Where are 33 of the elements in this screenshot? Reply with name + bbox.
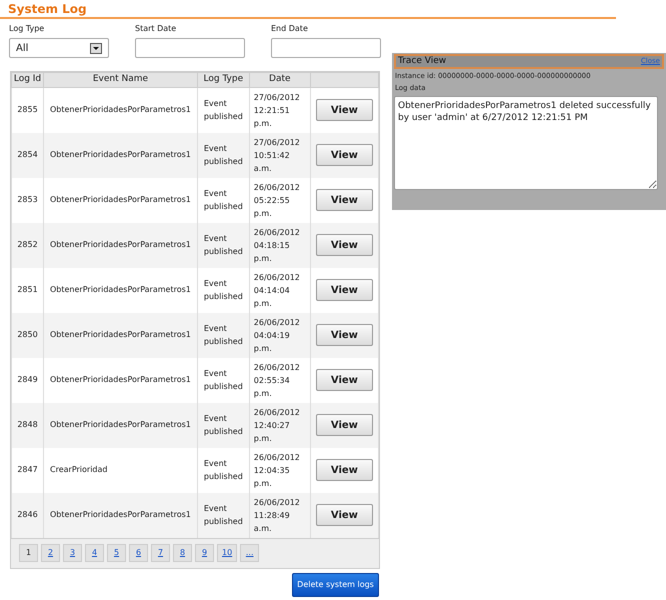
view-button[interactable]: View (316, 279, 373, 301)
page-link[interactable]: 4 (85, 544, 104, 562)
panel-title: Trace View (398, 54, 446, 68)
column-header: Event Name (44, 72, 198, 88)
page-link[interactable]: ... (240, 544, 260, 562)
page-link[interactable]: 8 (173, 544, 192, 562)
page-link[interactable]: 6 (129, 544, 148, 562)
view-button[interactable]: View (316, 369, 373, 391)
delete-system-logs-button[interactable]: Delete system logs (292, 573, 379, 597)
view-button[interactable]: View (316, 504, 373, 526)
page-title: System Log (8, 1, 88, 17)
view-button[interactable]: View (316, 99, 373, 122)
field-label: Log Type (9, 23, 46, 35)
field-label: End Date (271, 23, 309, 35)
page-link[interactable]: 1 (19, 544, 38, 562)
end-date-field[interactable] (271, 38, 381, 58)
page-link[interactable]: 9 (195, 544, 214, 562)
view-button[interactable]: View (316, 144, 373, 166)
page-link[interactable]: 2 (41, 544, 60, 562)
view-button[interactable]: View (316, 414, 373, 436)
field-label: Start Date (135, 23, 178, 35)
page-link[interactable]: 5 (107, 544, 126, 562)
view-button[interactable]: View (316, 189, 373, 211)
page-link[interactable]: 3 (63, 544, 82, 562)
view-button[interactable]: View (316, 324, 373, 346)
log-type-dropdown[interactable]: All (9, 38, 109, 58)
log-data-field[interactable]: ObtenerPrioridadesPorParametros1 deleted successfully by user 'admin' at 6/27/2012 12:21:51 PM (394, 96, 658, 190)
page-link[interactable]: 10 (217, 544, 238, 562)
page-link[interactable]: 7 (151, 544, 170, 562)
start-date-field[interactable] (135, 38, 245, 58)
column-header: Log Id (12, 72, 44, 88)
view-button[interactable]: View (316, 234, 373, 256)
view-button[interactable]: View (316, 459, 373, 481)
